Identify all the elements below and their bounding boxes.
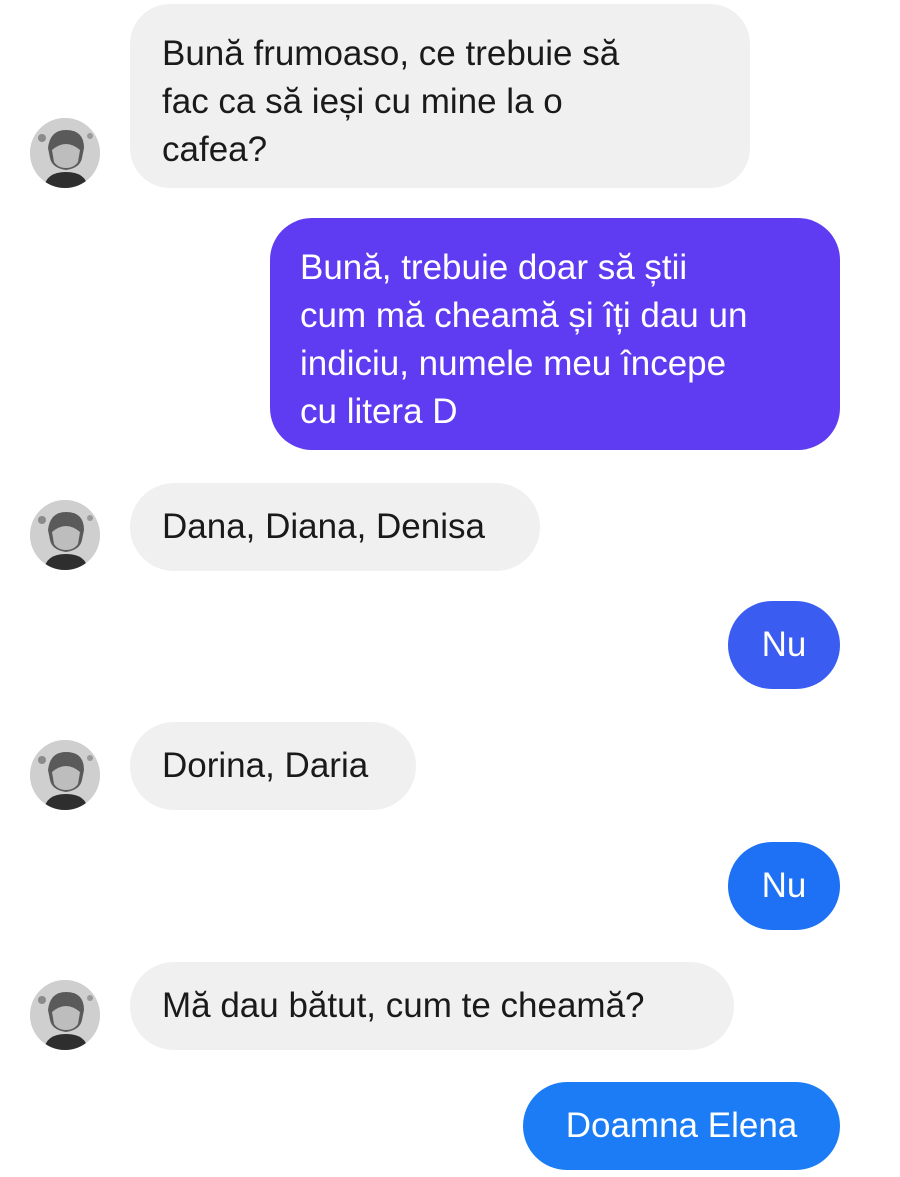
avatar-photo	[30, 740, 100, 810]
contact-avatar[interactable]	[30, 740, 100, 810]
outgoing-message[interactable]: Bună, trebuie doar să știi cum mă cheamă…	[270, 218, 840, 450]
incoming-message[interactable]: Dana, Diana, Denisa	[130, 483, 540, 571]
avatar-photo	[30, 980, 100, 1050]
avatar-photo	[30, 500, 100, 570]
outgoing-message[interactable]: Nu	[728, 601, 840, 689]
contact-avatar[interactable]	[30, 980, 100, 1050]
incoming-message[interactable]: Dorina, Daria	[130, 722, 416, 810]
avatar-photo	[30, 118, 100, 188]
contact-avatar[interactable]	[30, 118, 100, 188]
incoming-message[interactable]: Bună frumoaso, ce trebuie să fac ca să i…	[130, 4, 750, 188]
contact-avatar[interactable]	[30, 500, 100, 570]
outgoing-message[interactable]: Doamna Elena	[523, 1082, 840, 1170]
outgoing-message[interactable]: Nu	[728, 842, 840, 930]
incoming-message[interactable]: Mă dau bătut, cum te cheamă?	[130, 962, 734, 1050]
